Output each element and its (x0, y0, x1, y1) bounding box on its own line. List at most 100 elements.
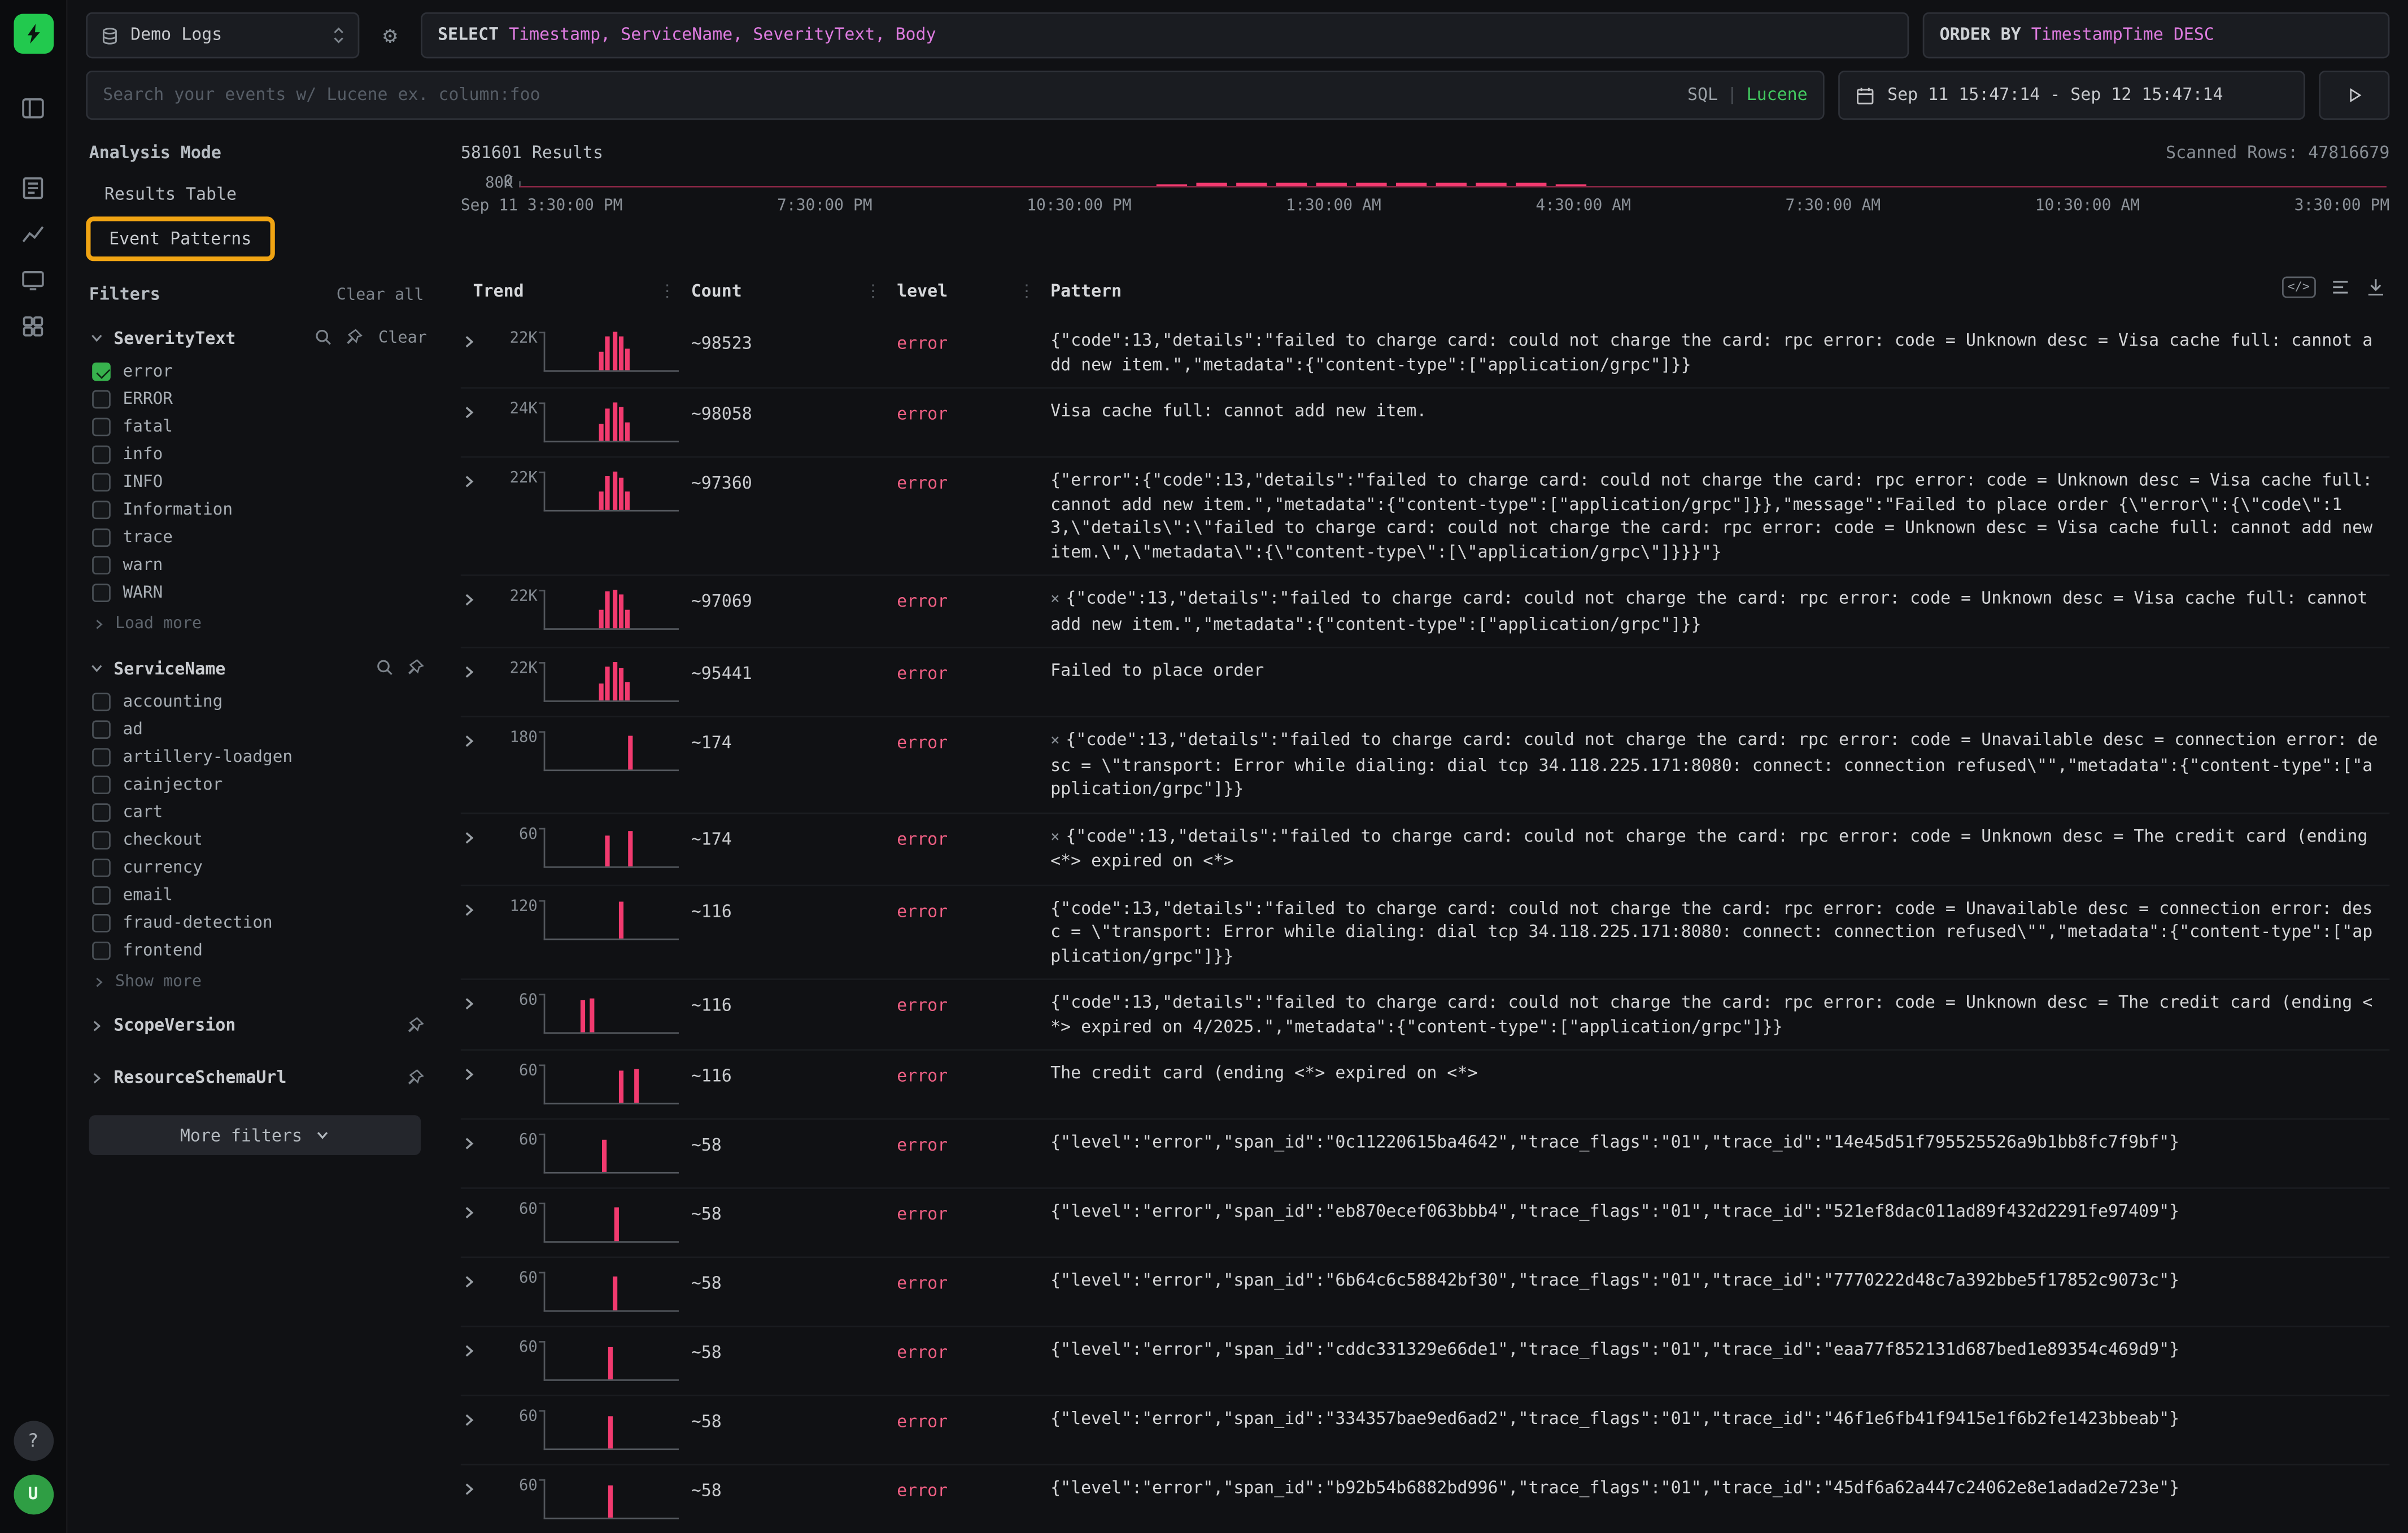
screen-icon[interactable] (11, 258, 54, 301)
filter-option[interactable]: ad (89, 716, 430, 743)
checkbox[interactable] (92, 831, 111, 850)
row-lines-icon[interactable] (2330, 276, 2351, 297)
pattern-text[interactable]: {"level":"error","span_id":"6b64c6c58842… (1050, 1269, 2389, 1292)
sidebar-toggle-icon[interactable] (11, 86, 54, 129)
filter-option[interactable]: accounting (89, 688, 430, 716)
pattern-row[interactable]: 180~174error×{"code":13,"details":"faile… (461, 716, 2390, 812)
histogram-bar[interactable] (1397, 183, 1427, 186)
pin-icon[interactable] (405, 1067, 427, 1088)
pattern-text[interactable]: ×{"code":13,"details":"failed to charge … (1050, 728, 2389, 801)
row-expand-chevron-icon[interactable] (461, 1061, 495, 1083)
filter-option[interactable]: fatal (89, 413, 430, 441)
help-button[interactable]: ? (13, 1421, 53, 1461)
pin-icon[interactable] (405, 1016, 427, 1037)
filter-option[interactable]: email (89, 882, 430, 909)
pattern-row[interactable]: 60~58error{"level":"error","span_id":"0c… (461, 1118, 2390, 1187)
column-resize-handle[interactable]: ⋮ (659, 279, 676, 303)
row-expand-chevron-icon[interactable] (461, 896, 495, 918)
filter-show-more[interactable]: Load more (89, 607, 430, 637)
more-filters-button[interactable]: More filters (89, 1116, 421, 1156)
results-table-tab[interactable]: Results Table (89, 177, 430, 214)
checkbox[interactable] (92, 445, 111, 464)
filter-option[interactable]: currency (89, 854, 430, 882)
filter-option[interactable]: warn (89, 551, 430, 579)
filter-option[interactable]: error (89, 358, 430, 385)
checkbox[interactable] (92, 803, 111, 822)
search-input[interactable] (103, 84, 1678, 107)
row-expand-chevron-icon[interactable] (461, 1130, 495, 1152)
filter-option[interactable]: artillery-loadgen (89, 743, 430, 771)
checkbox[interactable] (92, 886, 111, 905)
checkbox[interactable] (92, 390, 111, 409)
filter-option[interactable]: Information (89, 496, 430, 524)
filter-option[interactable]: WARN (89, 579, 430, 607)
dismiss-x-icon[interactable]: × (1050, 591, 1059, 608)
code-view-icon[interactable]: </> (2282, 276, 2316, 297)
filter-option[interactable]: fraud-detection (89, 909, 430, 937)
pattern-row[interactable]: 60~58error{"level":"error","span_id":"6b… (461, 1256, 2390, 1325)
pattern-row[interactable]: 60~58error{"level":"error","span_id":"cd… (461, 1326, 2390, 1395)
checkbox[interactable] (92, 720, 111, 739)
pattern-text[interactable]: ×{"code":13,"details":"failed to charge … (1050, 824, 2389, 873)
checkbox[interactable] (92, 748, 111, 766)
sql-query-input[interactable]: SELECT Timestamp, ServiceName, SeverityT… (421, 12, 1909, 59)
pattern-row[interactable]: 22K~98523error{"code":13,"details":"fail… (461, 318, 2390, 387)
histogram-bar[interactable] (1316, 183, 1346, 186)
histogram-bar[interactable] (1356, 183, 1386, 186)
filter-group-header[interactable]: SeverityTextClear (89, 322, 430, 358)
column-resize-handle[interactable]: ⋮ (1018, 279, 1035, 303)
pattern-text[interactable]: {"code":13,"details":"failed to charge c… (1050, 329, 2389, 376)
pattern-row[interactable]: 120~116error{"code":13,"details":"failed… (461, 884, 2390, 978)
pattern-text[interactable]: The credit card (ending <*> expired on <… (1050, 1061, 2389, 1085)
histogram-bar[interactable] (1436, 183, 1466, 186)
checkbox[interactable] (92, 363, 111, 381)
filter-group-header[interactable]: ResourceSchemaUrl (89, 1061, 430, 1098)
filter-group-header[interactable]: ScopeVersion (89, 1010, 430, 1046)
pattern-row[interactable]: 24K~98058errorVisa cache full: cannot ad… (461, 387, 2390, 456)
checkbox[interactable] (92, 556, 111, 574)
logs-icon[interactable] (11, 166, 54, 209)
order-by-input[interactable]: ORDER BY TimestampTime DESC (1923, 12, 2390, 59)
row-expand-chevron-icon[interactable] (461, 1269, 495, 1290)
filter-option[interactable]: checkout (89, 826, 430, 854)
checkbox[interactable] (92, 942, 111, 960)
row-expand-chevron-icon[interactable] (461, 468, 495, 490)
pattern-text[interactable]: {"level":"error","span_id":"eb870ecef063… (1050, 1200, 2389, 1223)
histogram-bar[interactable] (1277, 183, 1307, 186)
pattern-text[interactable]: {"code":13,"details":"failed to charge c… (1050, 991, 2389, 1038)
pattern-row[interactable]: 60~116error{"code":13,"details":"failed … (461, 978, 2390, 1049)
row-expand-chevron-icon[interactable] (461, 1407, 495, 1429)
row-expand-chevron-icon[interactable] (461, 1476, 495, 1497)
filter-option[interactable]: cart (89, 799, 430, 826)
pattern-row[interactable]: 60~58error{"level":"error","span_id":"33… (461, 1395, 2390, 1464)
pattern-text[interactable]: ×{"code":13,"details":"failed to charge … (1050, 587, 2389, 636)
dismiss-x-icon[interactable]: × (1050, 829, 1059, 846)
settings-gear-icon[interactable]: ⚙ (373, 12, 407, 59)
checkbox[interactable] (92, 776, 111, 794)
filter-option[interactable]: trace (89, 524, 430, 551)
pattern-text[interactable]: Failed to place order (1050, 659, 2389, 683)
dismiss-x-icon[interactable]: × (1050, 733, 1059, 750)
column-resize-handle[interactable]: ⋮ (865, 279, 882, 303)
event-patterns-tab[interactable]: Event Patterns (86, 216, 274, 262)
histogram-bar[interactable] (1516, 183, 1546, 186)
source-select[interactable]: Demo Logs (86, 12, 359, 59)
row-expand-chevron-icon[interactable] (461, 1200, 495, 1221)
row-expand-chevron-icon[interactable] (461, 329, 495, 350)
row-expand-chevron-icon[interactable] (461, 587, 495, 608)
checkbox[interactable] (92, 693, 111, 711)
time-range-picker[interactable]: Sep 11 15:47:14 - Sep 12 15:47:14 (1838, 71, 2305, 120)
row-expand-chevron-icon[interactable] (461, 399, 495, 421)
search-icon[interactable] (375, 657, 396, 679)
filter-option[interactable]: ERROR (89, 385, 430, 413)
row-expand-chevron-icon[interactable] (461, 659, 495, 681)
checkbox[interactable] (92, 859, 111, 877)
pattern-row[interactable]: 60~174error×{"code":13,"details":"failed… (461, 812, 2390, 884)
row-expand-chevron-icon[interactable] (461, 824, 495, 846)
checkbox[interactable] (92, 418, 111, 437)
filter-option[interactable]: INFO (89, 468, 430, 496)
histogram-bar[interactable] (1197, 183, 1227, 186)
checkbox[interactable] (92, 914, 111, 933)
pattern-text[interactable]: {"error":{"code":13,"details":"failed to… (1050, 468, 2389, 564)
row-expand-chevron-icon[interactable] (461, 991, 495, 1012)
